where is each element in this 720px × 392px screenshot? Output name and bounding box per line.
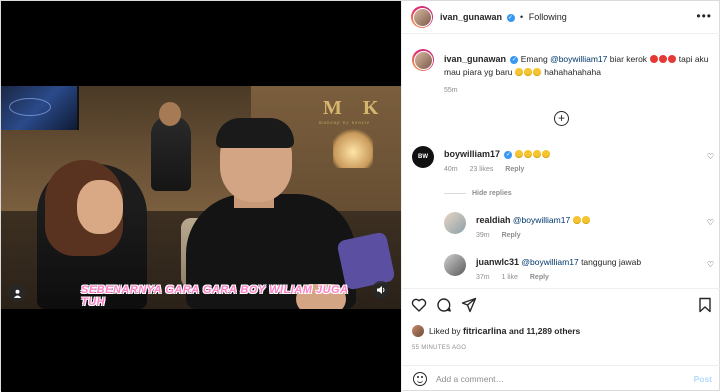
tagged-users-button[interactable] — [8, 284, 26, 302]
speaker-icon — [377, 286, 385, 294]
post-header: ivan_gunawan ✓ • Following ••• — [402, 1, 720, 34]
following-button[interactable]: Following — [529, 12, 567, 22]
liker-username[interactable]: fitricarlina — [463, 326, 507, 336]
laugh-emoji-icon — [524, 150, 533, 158]
comment-likes[interactable]: 23 likes — [470, 166, 494, 173]
separator-dot: • — [520, 12, 524, 22]
post-window: M K makeup by kenzie SEBENARNYA GARA GAR… — [0, 0, 720, 392]
mute-toggle-button[interactable] — [372, 281, 390, 299]
like-comment-heart-icon[interactable]: ♡ — [707, 152, 714, 161]
man-figure — [186, 118, 356, 309]
reply-item: realdiah @boywilliam17 39m Reply ♡ — [444, 212, 720, 248]
angry-emoji-icon — [649, 55, 658, 63]
caption-mid: biar kerok — [607, 54, 650, 64]
reply-button[interactable]: Reply — [505, 166, 524, 173]
posted-timestamp[interactable]: 55 MINUTES AGO — [412, 345, 466, 351]
person-icon — [13, 289, 21, 298]
likes-prefix: Liked by — [429, 326, 461, 336]
grin-emoji-icon — [533, 68, 542, 76]
reply-mention-link[interactable]: @boywilliam17 — [521, 257, 578, 267]
video-watermark-sub: makeup by kenzie — [319, 121, 371, 126]
comment-body: boywilliam17 ✓ — [444, 149, 684, 159]
laugh-emoji-icon — [533, 150, 542, 158]
like-reply-heart-icon[interactable]: ♡ — [707, 260, 714, 269]
comment-item: BW boywilliam17 ✓ 40m 23 likes Reply ♡ — [412, 146, 720, 186]
grin-emoji-icon — [524, 68, 533, 76]
video-watermark: M K — [323, 97, 387, 119]
post-actions: Liked by fitricarlina and 11,289 others … — [402, 288, 720, 351]
laugh-emoji-icon — [515, 150, 524, 158]
reply-button[interactable]: Reply — [530, 274, 549, 281]
laugh-emoji-icon — [573, 216, 582, 224]
laugh-emoji-icon — [582, 216, 591, 224]
load-more-comments-button[interactable]: + — [554, 111, 569, 126]
reply-button[interactable]: Reply — [502, 232, 521, 239]
reply-likes[interactable]: 1 like — [502, 274, 518, 281]
caption-author-avatar[interactable] — [412, 49, 434, 71]
reply-body: juanwlc31 @boywilliam17 tanggung jawab — [476, 257, 716, 267]
more-options-icon[interactable]: ••• — [696, 9, 712, 23]
reply-body: realdiah @boywilliam17 — [476, 215, 716, 225]
replier-avatar[interactable] — [444, 212, 466, 234]
hide-replies-button[interactable]: Hide replies — [444, 190, 512, 197]
reply-meta: 39m Reply — [476, 232, 531, 239]
comment-timestamp[interactable]: 40m — [444, 166, 458, 173]
angry-emoji-icon — [667, 55, 676, 63]
replier-username[interactable]: realdiah — [476, 215, 511, 225]
liker-avatar[interactable] — [412, 325, 424, 337]
caption-prefix: Emang — [520, 54, 551, 64]
verified-icon: ✓ — [506, 13, 515, 22]
add-comment-bar: Post — [402, 365, 720, 392]
likes-others[interactable]: and 11,289 others — [509, 326, 580, 336]
author-username[interactable]: ivan_gunawan — [440, 12, 502, 22]
author-avatar[interactable] — [411, 6, 433, 28]
caption-author-username[interactable]: ivan_gunawan — [444, 54, 506, 64]
caption-text: ivan_gunawan ✓ Emang @boywilliam17 biar … — [444, 53, 714, 79]
reply-item: juanwlc31 @boywilliam17 tanggung jawab 3… — [444, 254, 720, 290]
verified-icon: ✓ — [510, 55, 519, 64]
comment-input[interactable] — [436, 371, 676, 387]
post-details-panel: ivan_gunawan ✓ • Following ••• ivan_guna… — [401, 1, 720, 392]
laugh-emoji-icon — [542, 150, 551, 158]
verified-icon: ✓ — [504, 150, 513, 159]
commenter-avatar[interactable]: BW — [412, 146, 434, 168]
like-reply-heart-icon[interactable]: ♡ — [707, 218, 714, 227]
emoji-picker-icon[interactable] — [413, 372, 427, 386]
reply-meta: 37m 1 like Reply — [476, 274, 559, 281]
background-person — [151, 102, 191, 191]
commenter-username[interactable]: boywilliam17 — [444, 149, 500, 159]
background-tv — [1, 86, 79, 130]
caption-timestamp[interactable]: 55m — [444, 87, 458, 94]
angry-emoji-icon — [658, 55, 667, 63]
save-bookmark-icon[interactable] — [697, 297, 713, 313]
video-subtitle: SEBENARNYA GARA GARA BOY WILIAM JUGA TUH — [81, 284, 349, 308]
caption-mention-link[interactable]: @boywilliam17 — [550, 54, 607, 64]
caption-suffix: hahahahahaha — [541, 67, 601, 77]
likes-summary: Liked by fitricarlina and 11,289 others — [412, 325, 580, 337]
replies-divider — [444, 192, 466, 194]
replier-avatar[interactable] — [444, 254, 466, 276]
hide-replies-label: Hide replies — [472, 190, 512, 197]
reply-timestamp[interactable]: 39m — [476, 232, 490, 239]
comment-meta: 40m 23 likes Reply — [444, 166, 534, 173]
like-heart-icon[interactable] — [411, 297, 427, 313]
reply-timestamp[interactable]: 37m — [476, 274, 490, 281]
video-player[interactable]: M K makeup by kenzie SEBENARNYA GARA GAR… — [1, 1, 401, 392]
reply-text: tanggung jawab — [578, 257, 642, 267]
comment-bubble-icon[interactable] — [436, 297, 452, 313]
share-paper-plane-icon[interactable] — [461, 297, 477, 313]
reply-mention-link[interactable]: @boywilliam17 — [513, 215, 570, 225]
replier-username[interactable]: juanwlc31 — [476, 257, 519, 267]
post-comment-button[interactable]: Post — [694, 374, 712, 384]
grin-emoji-icon — [515, 68, 524, 76]
pillow — [336, 231, 396, 291]
